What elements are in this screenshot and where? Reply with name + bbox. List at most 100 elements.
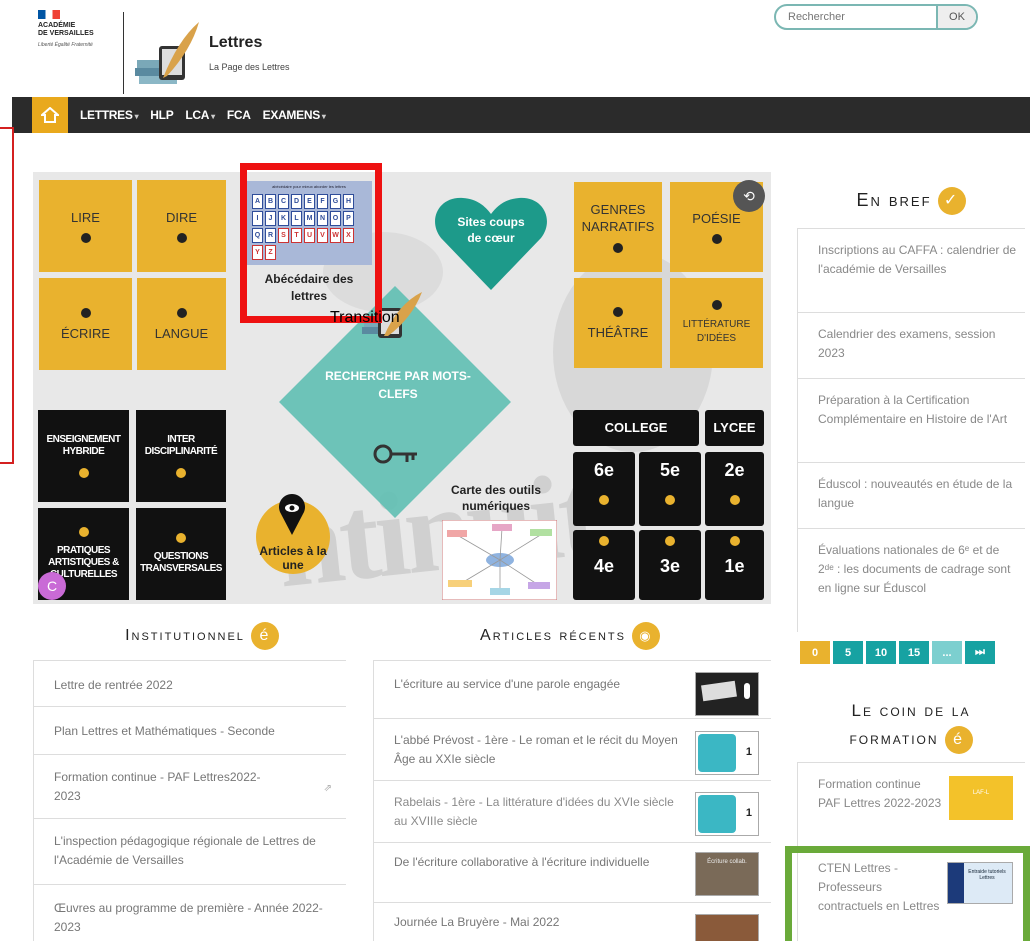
marianne-flag-icon bbox=[38, 10, 60, 19]
accessibility-icon: C bbox=[46, 578, 58, 594]
institutionnel-item[interactable]: Formation continue - PAF Lettres2022-202… bbox=[33, 754, 346, 818]
site-header: ACADÉMIE DE VERSAILLES Liberté Égalité F… bbox=[0, 0, 1030, 97]
grade-4e-button[interactable]: 4e bbox=[573, 530, 635, 600]
grade-2e-button[interactable]: 2e bbox=[705, 452, 764, 526]
dot-icon bbox=[711, 300, 722, 310]
dot-icon bbox=[665, 495, 675, 505]
map-pin-eye-icon bbox=[279, 494, 305, 535]
highlight-frame-abecedaire bbox=[240, 163, 382, 323]
home-banner: ntinuit agog LIRE DIRE ÉCRIRE LANGUE abé… bbox=[33, 172, 771, 604]
accessibility-button[interactable]: C bbox=[38, 572, 66, 600]
college-tab[interactable]: COLLEGE bbox=[573, 410, 699, 446]
tile-litterature-idees[interactable]: LITTÉRATURE D'IDÉES bbox=[670, 278, 763, 368]
dot-icon bbox=[78, 527, 89, 537]
dot-icon bbox=[613, 306, 623, 317]
academy-name-line1: ACADÉMIE bbox=[38, 22, 76, 29]
page-ellipsis: ... bbox=[932, 641, 962, 664]
dot-icon bbox=[176, 533, 186, 543]
dot-icon bbox=[613, 243, 623, 253]
en-bref-item[interactable]: Inscriptions au CAFFA : calendrier de l'… bbox=[797, 228, 1025, 312]
dot-icon bbox=[711, 233, 722, 244]
microphone-icon bbox=[744, 683, 750, 699]
tile-questions-transversales[interactable]: QUESTIONS TRANSVERSALES bbox=[136, 508, 226, 600]
search-ok-button[interactable]: OK bbox=[936, 6, 976, 28]
en-bref-item[interactable]: Évaluations nationales de 6ᵉ et de 2ᵈᵉ :… bbox=[797, 528, 1025, 632]
en-bref-item[interactable]: Calendrier des examens, session 2023 bbox=[797, 312, 1025, 378]
dot-icon bbox=[176, 232, 187, 243]
page-0-button[interactable]: 0 bbox=[800, 641, 830, 664]
tile-interdisciplinarite[interactable]: INTER DISCIPLINARITÉ bbox=[136, 410, 226, 502]
e-badge-icon: é bbox=[250, 622, 279, 650]
dot-icon bbox=[599, 495, 609, 505]
academy-logo[interactable]: ACADÉMIE DE VERSAILLES Liberté Égalité F… bbox=[38, 10, 123, 85]
rss-icon: ◉ bbox=[631, 622, 660, 650]
header-divider bbox=[123, 12, 124, 94]
page-5-button[interactable]: 5 bbox=[833, 641, 863, 664]
search-input[interactable] bbox=[776, 6, 936, 28]
search-form: OK bbox=[774, 4, 978, 30]
share-icon: ⟲ bbox=[743, 188, 755, 204]
site-title[interactable]: Lettres bbox=[209, 34, 262, 52]
academy-name-line2: DE VERSAILLES bbox=[38, 30, 94, 37]
en-bref-heading: En bref ✓ bbox=[797, 187, 1025, 215]
grade-5e-button[interactable]: 5e bbox=[639, 452, 701, 526]
grade-1e-button[interactable]: 1e bbox=[705, 530, 764, 600]
thumb-badge bbox=[698, 795, 736, 833]
tile-lire[interactable]: LIRE bbox=[39, 180, 132, 272]
article-thumbnail[interactable] bbox=[695, 914, 759, 941]
tile-dire[interactable]: DIRE bbox=[137, 180, 226, 272]
institutionnel-heading: Institutionnel é bbox=[82, 622, 322, 650]
dot-icon bbox=[80, 307, 91, 318]
highlight-frame-left bbox=[0, 127, 14, 464]
e-badge-icon: é bbox=[944, 725, 973, 754]
academy-motto: Liberté Égalité Fraternité bbox=[38, 42, 93, 48]
dot-icon bbox=[665, 536, 675, 546]
last-page-icon[interactable]: ⏭ bbox=[965, 641, 995, 664]
nav-item-lettres[interactable]: LETTRES ▾ bbox=[80, 108, 139, 122]
page-10-button[interactable]: 10 bbox=[866, 641, 896, 664]
home-icon bbox=[41, 107, 59, 123]
institutionnel-item[interactable]: Œuvres au programme de première - Année … bbox=[33, 884, 346, 941]
tile-ecrire[interactable]: ÉCRIRE bbox=[39, 278, 132, 370]
grade-6e-button[interactable]: 6e bbox=[573, 452, 635, 526]
article-thumbnail[interactable] bbox=[695, 672, 759, 716]
tile-langue[interactable]: LANGUE bbox=[137, 278, 226, 370]
coin-formation-heading: Le coin de la formation é bbox=[797, 697, 1025, 754]
dot-icon bbox=[599, 536, 609, 546]
institutionnel-item[interactable]: Plan Lettres et Mathématiques - Seconde bbox=[33, 706, 346, 754]
articles-une-label: Articles à la une bbox=[259, 544, 327, 572]
tile-enseignement-hybride[interactable]: ENSEIGNEMENT HYBRIDE bbox=[38, 410, 129, 502]
nav-item-lca[interactable]: LCA ▾ bbox=[185, 108, 215, 122]
share-button[interactable]: ⟲ bbox=[733, 180, 765, 212]
tile-genres-narratifs[interactable]: GENRES NARRATIFS bbox=[574, 182, 662, 272]
dot-icon bbox=[78, 468, 89, 478]
highlight-frame-cten bbox=[785, 846, 1030, 941]
article-thumbnail[interactable]: 1 bbox=[695, 792, 759, 836]
site-subtitle: La Page des Lettres bbox=[209, 62, 290, 72]
nav-item-fca[interactable]: FCA bbox=[227, 108, 251, 122]
external-link-icon: ⇗ bbox=[323, 783, 332, 794]
page-15-button[interactable]: 15 bbox=[899, 641, 929, 664]
nav-item-hlp[interactable]: HLP bbox=[150, 108, 173, 122]
nav-item-examens[interactable]: EXAMENS ▾ bbox=[263, 108, 326, 122]
dot-icon bbox=[729, 495, 740, 505]
grade-3e-button[interactable]: 3e bbox=[639, 530, 701, 600]
key-icon bbox=[373, 444, 417, 464]
institutionnel-item[interactable]: L'inspection pédagogique régionale de Le… bbox=[33, 818, 346, 884]
lycee-tab[interactable]: LYCEE bbox=[705, 410, 764, 446]
home-button[interactable] bbox=[32, 97, 68, 133]
carte-outils-mindmap[interactable] bbox=[442, 520, 557, 600]
main-nav: LETTRES ▾ HLP LCA ▾ FCA EXAMENS ▾ bbox=[12, 97, 1030, 133]
paf-thumbnail[interactable]: LAF-L bbox=[949, 776, 1013, 820]
article-thumbnail[interactable]: Écriture collab. bbox=[695, 852, 759, 896]
article-thumbnail[interactable]: 1 bbox=[695, 731, 759, 775]
articles-recents-heading: Articles récents ◉ bbox=[420, 622, 720, 650]
institutionnel-item[interactable]: Lettre de rentrée 2022 bbox=[33, 660, 346, 706]
en-bref-item[interactable]: Éduscol : nouveautés en étude de la lang… bbox=[797, 462, 1025, 528]
books-quill-logo-icon[interactable] bbox=[133, 20, 201, 92]
transition-label: Transition bbox=[330, 309, 400, 326]
recherche-label: RECHERCHE PAR MOTS-CLEFS bbox=[325, 369, 471, 401]
en-bref-item[interactable]: Préparation à la Certification Complémen… bbox=[797, 378, 1025, 462]
dot-icon bbox=[729, 536, 740, 546]
tile-theatre[interactable]: THÉÂTRE bbox=[574, 278, 662, 368]
